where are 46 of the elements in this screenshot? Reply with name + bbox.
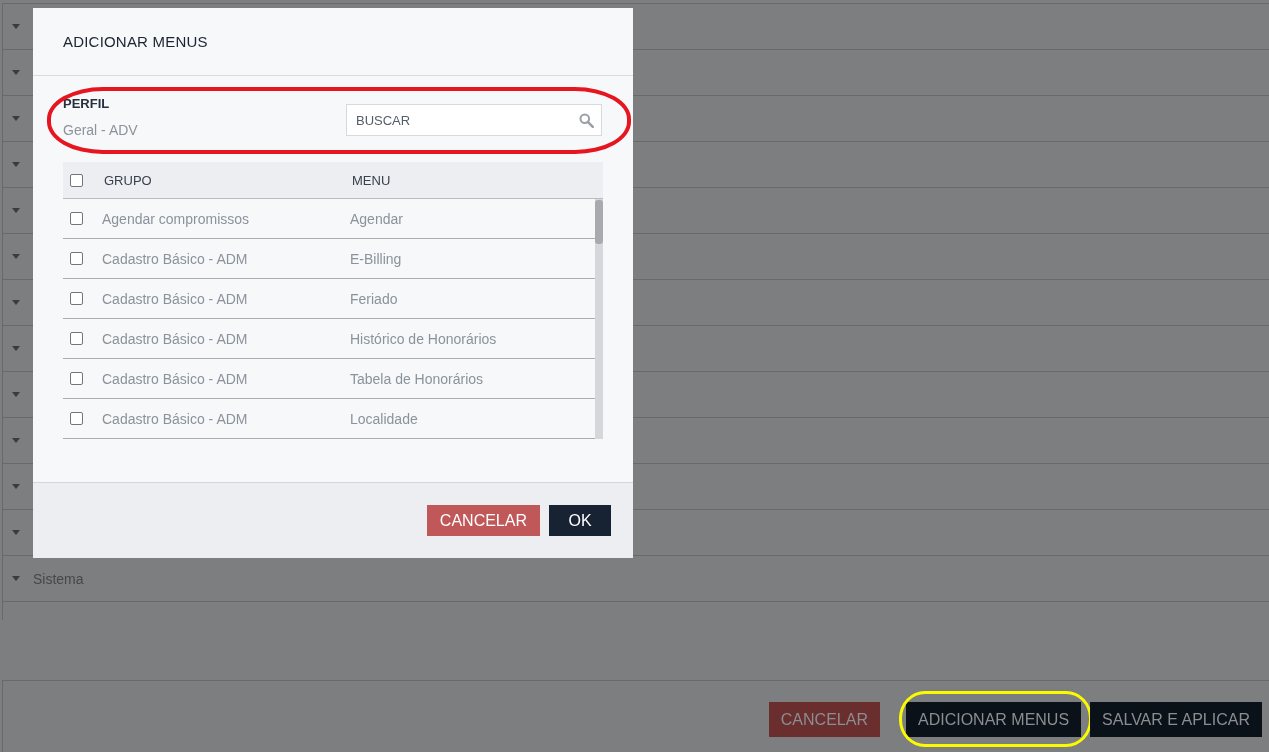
row-checkbox[interactable]	[70, 372, 83, 385]
row-checkbox[interactable]	[70, 412, 83, 425]
ok-button[interactable]: OK	[549, 505, 611, 536]
column-header[interactable]: MENU	[350, 172, 603, 188]
caret-down-icon[interactable]	[12, 438, 20, 443]
row-checkbox[interactable]	[70, 212, 83, 225]
caret-down-icon[interactable]	[12, 346, 20, 351]
table-cell-text: Cadastro Básico - ADM	[102, 410, 249, 427]
table-cell-text: Feriado	[350, 290, 399, 307]
action-button[interactable]: SALVAR E APLICAR	[1090, 702, 1262, 737]
row-checkbox[interactable]	[70, 252, 83, 265]
scrollbar[interactable]	[595, 199, 603, 439]
profile-value: Geral - ADV	[63, 122, 138, 138]
column-header[interactable]: GRUPO	[102, 172, 350, 188]
row-checkbox[interactable]	[70, 332, 83, 345]
caret-down-icon[interactable]	[12, 300, 20, 305]
caret-down-icon[interactable]	[12, 116, 20, 121]
select-all-checkbox[interactable]	[70, 173, 83, 187]
caret-down-icon[interactable]	[12, 484, 20, 489]
table-cell-text: Cadastro Básico - ADM	[102, 290, 249, 307]
table-cell-text: Tabela de Honorários	[350, 370, 485, 387]
caret-down-icon[interactable]	[12, 208, 20, 213]
caret-down-icon[interactable]	[12, 70, 20, 75]
cancel-button[interactable]: CANCELAR	[426, 505, 540, 536]
table-cell-text: Localidade	[350, 410, 419, 427]
table-cell-text: Cadastro Básico - ADM	[102, 330, 249, 347]
caret-down-icon[interactable]	[12, 530, 20, 535]
caret-down-icon[interactable]	[12, 254, 20, 259]
caret-down-icon[interactable]	[12, 576, 20, 581]
caret-down-icon[interactable]	[12, 162, 20, 167]
table-cell-text: Agendar compromissos	[102, 210, 251, 227]
scrollbar-thumb[interactable]	[595, 200, 603, 244]
table-cell-text: Cadastro Básico - ADM	[102, 250, 249, 267]
table-cell-text: Histórico de Honorários	[350, 330, 498, 347]
caret-down-icon[interactable]	[12, 24, 20, 29]
search-field[interactable]: BUSCAR	[346, 104, 602, 136]
table-cell-text: E-Billing	[350, 250, 403, 267]
action-button[interactable]: ADICIONAR MENUS	[905, 702, 1082, 737]
field-label: PERFIL	[63, 96, 111, 112]
cancel-button[interactable]: CANCELAR	[768, 702, 880, 737]
table-cell-text: Cadastro Básico - ADM	[102, 370, 249, 387]
dialog-title: ADICIONAR MENUS	[63, 33, 208, 50]
row-checkbox[interactable]	[70, 292, 83, 305]
table-cell-text: Agendar	[350, 210, 404, 227]
search-icon[interactable]	[579, 113, 594, 128]
caret-down-icon[interactable]	[12, 392, 20, 397]
